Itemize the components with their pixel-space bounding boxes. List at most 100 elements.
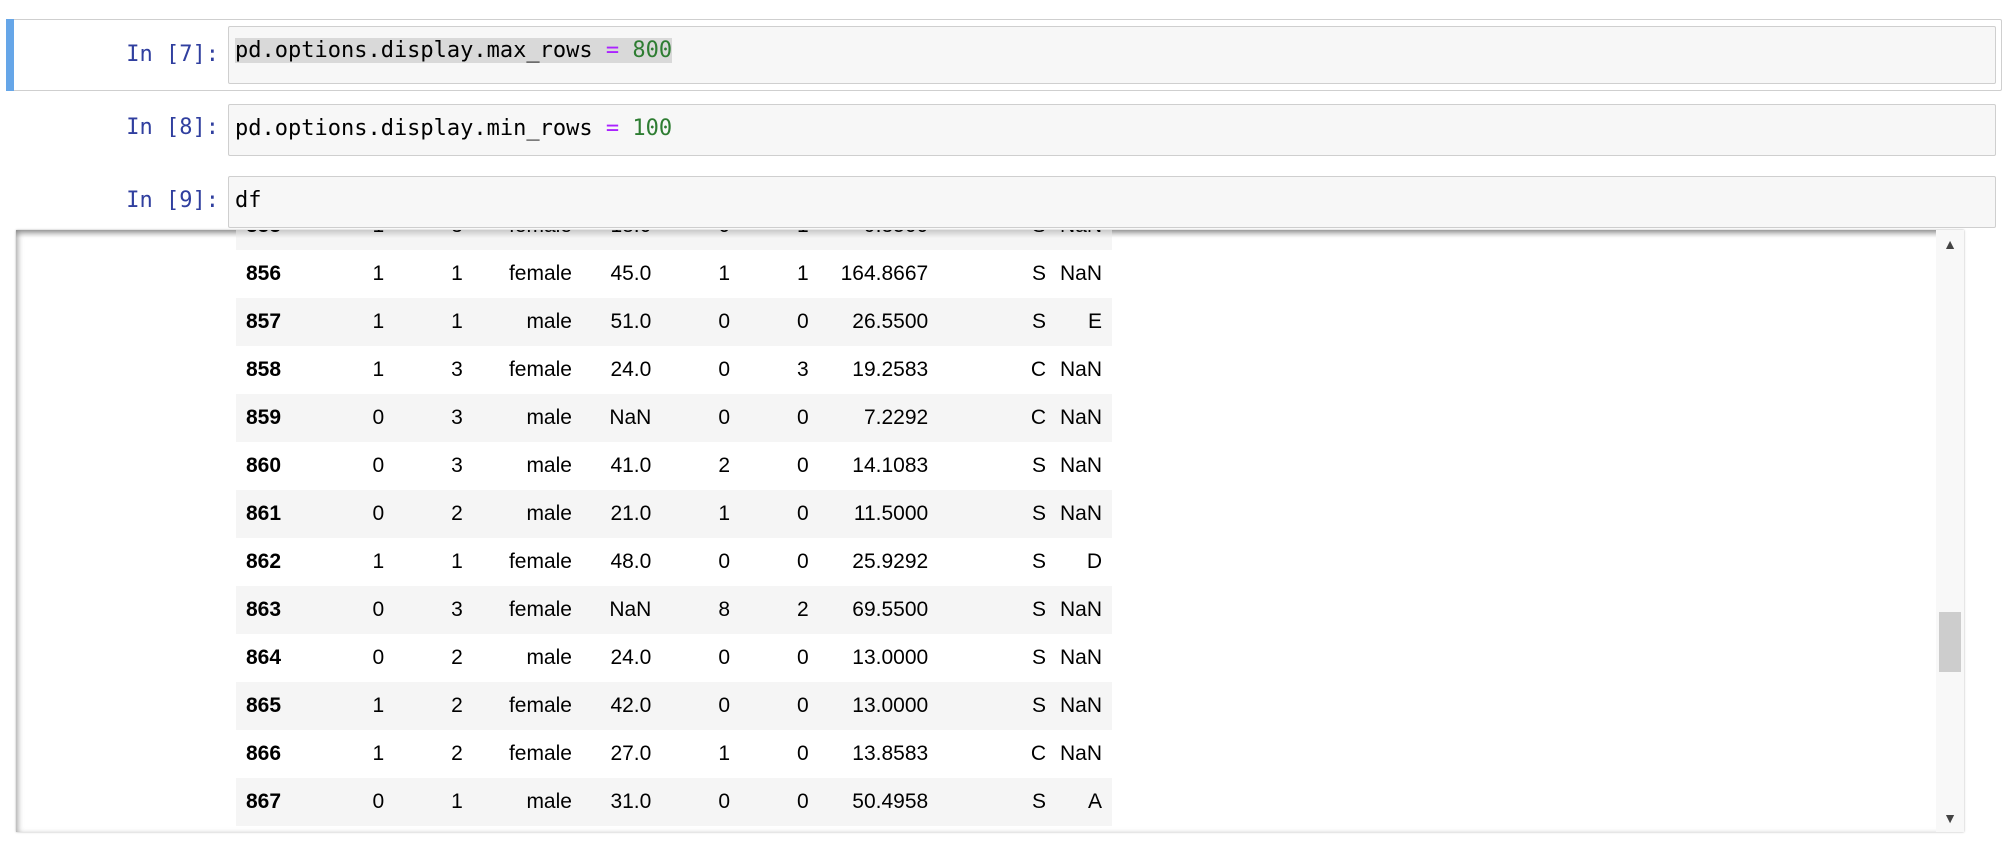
table-cell: 0	[372, 406, 385, 429]
table-row: 859 0 3 male NaN 0 0 7.2292 C NaN	[236, 394, 1112, 442]
table-cell: NaN	[1059, 694, 1102, 717]
table-cell: 42.0	[610, 694, 652, 717]
table-row: 860 0 3 male 41.0 2 0 14.1083 S NaN	[236, 442, 1112, 490]
table-cell: S	[1032, 646, 1047, 669]
cell-8-input[interactable]: pd.options.display.min_rows = 100	[228, 104, 1996, 156]
table-cell: 0	[797, 310, 809, 333]
table-cell: 1	[372, 550, 385, 573]
table-cell: 2	[718, 454, 731, 477]
table-cell: 0	[797, 502, 809, 525]
table-cell: 3	[797, 358, 809, 381]
table-cell: 1	[372, 742, 385, 765]
table-cell: 14.1083	[852, 454, 929, 477]
row-index: 863	[246, 598, 282, 621]
table-cell: 69.5500	[852, 598, 929, 621]
table-cell: male	[526, 454, 572, 477]
table-cell: S	[1032, 310, 1047, 333]
table-cell: NaN	[1059, 598, 1102, 621]
table-cell: 13.0000	[852, 694, 929, 717]
table-cell: 7.2292	[863, 406, 929, 429]
cell-8-operator: =	[605, 116, 620, 141]
table-cell: 50.4958	[852, 790, 929, 813]
cell-selection-bar	[6, 19, 14, 91]
row-index: 862	[246, 550, 282, 573]
table-cell: 11.5000	[853, 502, 929, 525]
table-cell: 41.0	[610, 454, 652, 477]
table-cell: 1	[372, 310, 385, 333]
table-cell: 0	[372, 502, 385, 525]
table-cell: 0	[718, 550, 731, 573]
table-cell: 3	[451, 358, 463, 381]
table-cell: female	[508, 598, 572, 621]
table-row: 865 1 2 female 42.0 0 0 13.0000 S NaN	[236, 682, 1112, 730]
table-cell: 24.0	[610, 646, 652, 669]
cell-8-number: 100	[632, 116, 673, 141]
table-cell: 0	[797, 454, 809, 477]
table-cell: NaN	[1059, 262, 1102, 285]
row-index: 856	[246, 262, 282, 285]
table-cell: female	[508, 550, 572, 573]
table-cell: 2	[451, 694, 463, 717]
table-cell: 0	[797, 550, 809, 573]
table-cell: 13.8583	[852, 742, 929, 765]
table-cell: 1	[718, 742, 731, 765]
table-row: 863 0 3 female NaN 8 2 69.5500 S NaN	[236, 586, 1112, 634]
table-row: 861 0 2 male 21.0 1 0 11.5000 S NaN	[236, 490, 1112, 538]
cell-7-number: 800	[632, 38, 673, 63]
table-cell: 21.0	[610, 502, 652, 525]
table-cell: 31.0	[610, 790, 652, 813]
table-cell: NaN	[609, 598, 652, 621]
row-index: 859	[246, 406, 282, 429]
table-cell: NaN	[1059, 502, 1102, 525]
table-cell: 27.0	[610, 742, 652, 765]
cell-7-code: pd.options.display.max_rows	[235, 38, 593, 63]
table-cell: NaN	[1059, 406, 1102, 429]
table-cell: 8	[718, 598, 731, 621]
table-cell: 0	[718, 694, 731, 717]
cell-9-output-scroll-area[interactable]: 85513female18.0019.3500SNaN85611female45…	[16, 230, 1964, 832]
table-cell: 0	[372, 598, 385, 621]
table-row: 858 1 3 female 24.0 0 3 19.2583 C NaN	[236, 346, 1112, 394]
row-index: 858	[246, 358, 282, 381]
scrollbar-thumb[interactable]	[1939, 612, 1961, 672]
table-row: 857 1 1 male 51.0 0 0 26.5500 S E	[236, 298, 1112, 346]
table-cell: 0	[797, 694, 809, 717]
table-cell: S	[1032, 598, 1047, 621]
table-cell: 0	[718, 406, 731, 429]
row-index: 864	[246, 646, 282, 669]
table-cell: 1	[451, 310, 463, 333]
table-cell: 3	[451, 598, 463, 621]
table-row: 856 1 1 female 45.0 1 1 164.8667 S NaN	[236, 250, 1112, 298]
table-cell: S	[1032, 262, 1047, 285]
scroll-up-icon[interactable]: ▲	[1936, 234, 1964, 254]
cell-8-code: pd.options.display.min_rows	[235, 116, 593, 141]
cell-7-input[interactable]: pd.options.display.max_rows = 800	[228, 26, 1996, 84]
table-cell: female	[508, 262, 572, 285]
table-cell: male	[526, 406, 572, 429]
table-cell: 0	[797, 646, 809, 669]
table-cell: 0	[372, 454, 385, 477]
table-cell: 1	[372, 694, 385, 717]
table-cell: 51.0	[610, 310, 652, 333]
table-cell: 2	[451, 502, 463, 525]
table-cell: 0	[797, 406, 809, 429]
table-cell: C	[1030, 742, 1047, 765]
table-cell: 1	[451, 550, 463, 573]
cell-9-input[interactable]: df	[228, 176, 1996, 228]
table-cell: 3	[451, 406, 463, 429]
table-cell: 1	[718, 502, 731, 525]
table-cell: male	[526, 502, 572, 525]
table-row: 866 1 2 female 27.0 1 0 13.8583 C NaN	[236, 730, 1112, 778]
table-cell: male	[526, 646, 572, 669]
table-cell: 45.0	[610, 262, 652, 285]
table-cell: 19.2583	[852, 358, 929, 381]
scroll-down-icon[interactable]: ▼	[1936, 808, 1964, 828]
table-cell: 1	[718, 262, 731, 285]
output-scrollbar[interactable]: ▲ ▼	[1936, 230, 1964, 832]
table-cell: NaN	[1059, 646, 1102, 669]
table-cell: S	[1032, 790, 1047, 813]
table-cell: S	[1032, 502, 1047, 525]
table-cell: 0	[718, 358, 731, 381]
table-cell: 26.5500	[852, 310, 929, 333]
table-cell: 0	[718, 310, 731, 333]
